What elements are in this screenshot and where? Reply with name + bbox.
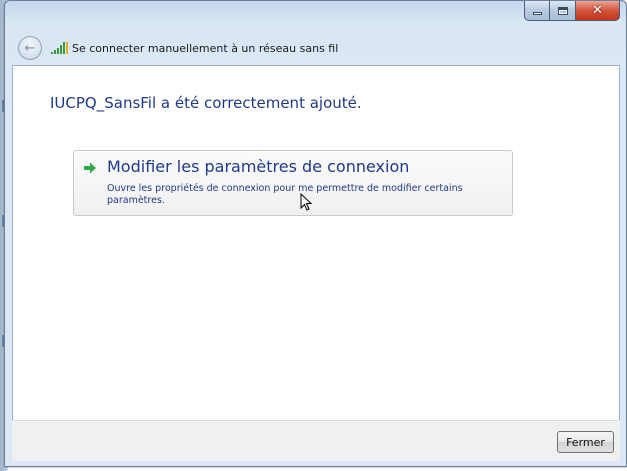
maximize-icon — [557, 6, 568, 15]
wizard-content: IUCPQ_SansFil a été correctement ajouté.… — [12, 65, 620, 420]
page-heading: IUCPQ_SansFil a été correctement ajouté. — [50, 94, 362, 112]
caption-buttons: ✕ — [524, 1, 620, 21]
window-title: Se connecter manuellement à un réseau sa… — [72, 42, 339, 55]
minimize-icon — [532, 12, 542, 15]
mouse-pointer-icon — [300, 193, 313, 211]
wizard-navigation-bar: ← Se connecter manuellement à un réseau … — [5, 31, 626, 65]
close-window-button[interactable]: ✕ — [576, 1, 620, 21]
green-arrow-icon — [84, 162, 96, 174]
minimize-button[interactable] — [524, 1, 550, 21]
close-button[interactable]: Fermer — [557, 431, 614, 453]
wizard-footer: Fermer — [12, 420, 620, 461]
title-bar[interactable]: ✕ — [5, 1, 626, 31]
command-link-title: Modifier les paramètres de connexion — [107, 157, 410, 176]
wizard-window: ✕ ← Se connecter manuellement à un résea… — [4, 0, 627, 467]
back-button[interactable]: ← — [18, 36, 42, 60]
wireless-signal-icon — [51, 42, 68, 54]
close-icon: ✕ — [592, 3, 603, 18]
maximize-button[interactable] — [550, 1, 576, 21]
modify-connection-settings-link[interactable]: Modifier les paramètres de connexion Ouv… — [73, 150, 513, 216]
back-arrow-icon: ← — [24, 40, 36, 56]
